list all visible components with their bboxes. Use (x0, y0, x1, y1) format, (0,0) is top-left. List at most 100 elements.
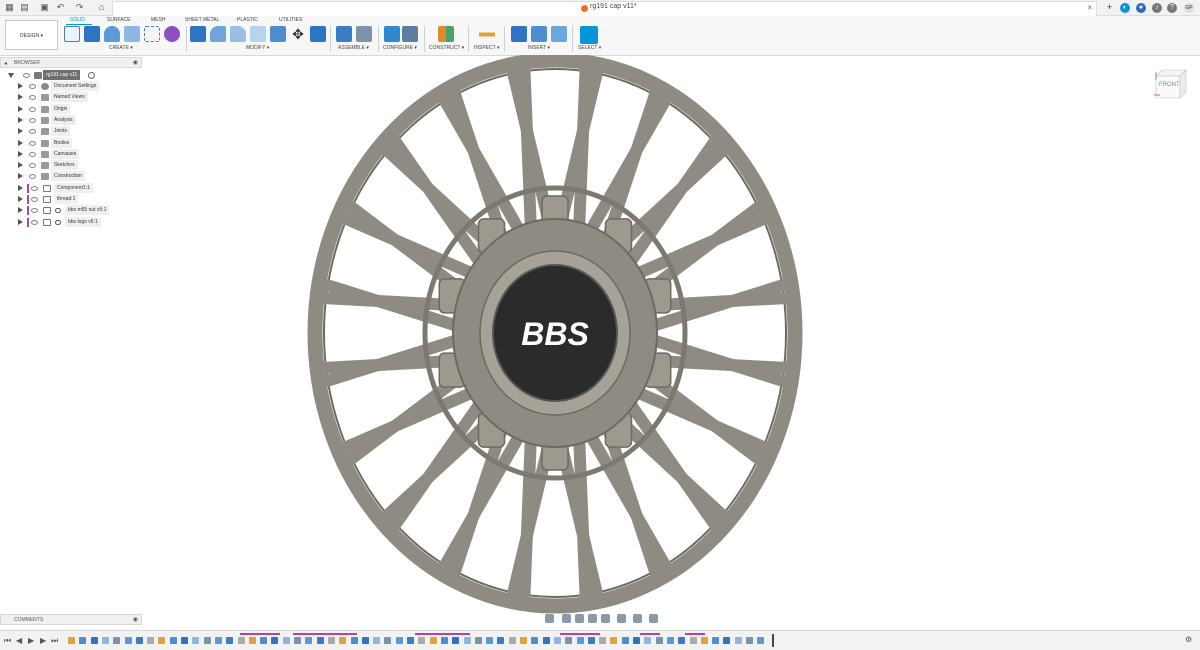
timeline-play-icon[interactable]: ▶ (28, 636, 34, 645)
timeline-feature[interactable] (214, 637, 222, 644)
browser-item[interactable]: Document Settings (0, 81, 142, 92)
timeline-feature[interactable] (147, 637, 155, 644)
timeline-feature[interactable] (101, 637, 109, 644)
document-tab[interactable]: rg191 cap v11* × (112, 1, 1097, 16)
timeline-feature[interactable] (226, 637, 234, 644)
browser-root-row[interactable]: rg191 cap v11 (0, 70, 142, 81)
notifications-icon[interactable]: ♪ (1152, 3, 1162, 13)
insert-mesh-icon[interactable] (531, 26, 547, 42)
timeline-marker[interactable] (772, 634, 774, 647)
home-icon[interactable]: ⌂ (96, 2, 107, 13)
comments-panel[interactable]: COMMENTS ◉ (0, 614, 142, 625)
timeline-feature[interactable] (463, 637, 471, 644)
comments-add-icon[interactable]: ◉ (133, 616, 138, 623)
redo-icon[interactable]: ↷ (74, 2, 85, 13)
timeline-feature[interactable] (271, 637, 279, 644)
grid-settings-icon[interactable] (633, 614, 642, 623)
visibility-icon[interactable] (31, 219, 38, 225)
timeline-feature[interactable] (440, 637, 448, 644)
collapse-icon[interactable]: ◂ (4, 60, 7, 67)
timeline-settings-icon[interactable]: ⚙ (1185, 635, 1192, 644)
timeline-feature[interactable] (305, 637, 313, 644)
visibility-icon[interactable] (29, 140, 36, 146)
timeline-start-icon[interactable]: ⏮ (4, 636, 11, 646)
shell-icon[interactable] (250, 26, 266, 42)
viewcube[interactable]: FRONT (1152, 68, 1188, 99)
timeline-back-icon[interactable]: ◀ (16, 636, 22, 645)
timeline-feature[interactable] (734, 637, 742, 644)
expand-icon[interactable] (18, 173, 23, 180)
tab-solid[interactable]: SOLID (70, 17, 85, 23)
timeline-feature[interactable] (474, 637, 482, 644)
modify-menu[interactable]: MODIFY ▾ (246, 45, 269, 51)
timeline-feature[interactable] (599, 637, 607, 644)
tab-surface[interactable]: SURFACE (107, 17, 131, 23)
timeline-feature[interactable] (282, 637, 290, 644)
timeline-feature[interactable] (565, 637, 573, 644)
look-at-icon[interactable] (562, 614, 571, 623)
create-form-icon[interactable] (164, 26, 180, 42)
timeline-feature[interactable] (158, 637, 166, 644)
expand-icon[interactable] (8, 73, 14, 78)
press-pull-icon[interactable] (190, 26, 206, 42)
viewports-icon[interactable] (649, 614, 658, 623)
timeline-feature[interactable] (655, 637, 663, 644)
insert-image-icon[interactable] (551, 26, 567, 42)
fillet-icon[interactable] (210, 26, 226, 42)
tab-sheet-metal[interactable]: SHEET METAL (185, 17, 219, 23)
expand-icon[interactable] (18, 207, 23, 214)
visibility-icon[interactable] (29, 95, 36, 101)
timeline-feature[interactable] (339, 637, 347, 644)
timeline-feature[interactable] (678, 637, 686, 644)
viewport-canvas[interactable]: BBS (300, 52, 820, 615)
timeline-feature[interactable] (79, 637, 87, 644)
timeline-feature[interactable] (316, 637, 324, 644)
expand-icon[interactable] (18, 128, 23, 135)
timeline-feature[interactable] (192, 637, 200, 644)
tab-mesh[interactable]: MESH (151, 17, 165, 23)
browser-item[interactable]: Analysis (0, 114, 142, 126)
extensions-icon[interactable]: ◐ (1120, 3, 1130, 13)
timeline-feature[interactable] (181, 637, 188, 644)
select-icon[interactable] (580, 26, 598, 44)
timeline-feature[interactable] (248, 637, 256, 644)
assemble-menu[interactable]: ASSEMBLE ▾ (338, 45, 369, 51)
tab-utilities[interactable]: UTILITIES (279, 17, 302, 23)
timeline-feature[interactable] (689, 637, 697, 644)
help-icon[interactable]: ? (1167, 3, 1177, 13)
expand-icon[interactable] (18, 105, 23, 112)
timeline-feature[interactable] (124, 637, 132, 644)
chamfer-icon[interactable] (230, 26, 246, 42)
browser-item[interactable]: bbs logo v5:1 (0, 216, 142, 228)
create-menu[interactable]: CREATE ▾ (109, 45, 133, 51)
inspect-menu[interactable]: INSPECT ▾ (474, 45, 500, 51)
workspace-switcher[interactable]: DESIGN ▾ (5, 20, 58, 50)
configuration-table-icon[interactable] (402, 26, 418, 42)
visibility-icon[interactable] (29, 174, 36, 180)
fit-icon[interactable] (601, 614, 610, 623)
timeline-feature[interactable] (497, 637, 505, 644)
construct-menu[interactable]: CONSTRUCT ▾ (429, 45, 464, 51)
expand-icon[interactable] (18, 218, 23, 225)
visibility-icon[interactable] (31, 185, 38, 191)
visibility-icon[interactable] (29, 117, 36, 123)
revolve-icon[interactable] (104, 26, 120, 42)
browser-options-icon[interactable]: ◉ (133, 59, 138, 66)
browser-item[interactable]: Canvases (0, 148, 142, 160)
timeline-feature[interactable] (237, 637, 245, 644)
combine-icon[interactable] (310, 26, 326, 42)
timeline-feature[interactable] (407, 637, 414, 644)
browser-item[interactable]: bbs m55 nut v5:1 (0, 205, 142, 216)
visibility-icon[interactable] (29, 163, 36, 169)
extrude-icon[interactable] (84, 26, 100, 42)
browser-item[interactable]: Named Views (0, 92, 142, 103)
timeline-feature[interactable] (746, 637, 753, 644)
timeline-feature[interactable] (542, 637, 550, 644)
timeline-feature[interactable] (203, 637, 211, 644)
display-settings-icon[interactable] (617, 614, 626, 623)
timeline-feature[interactable] (576, 637, 584, 644)
browser-item[interactable]: Joints (0, 126, 142, 137)
configure-menu[interactable]: CONFIGURE ▾ (383, 45, 417, 51)
measure-icon[interactable] (479, 26, 495, 42)
expand-icon[interactable] (18, 196, 23, 202)
